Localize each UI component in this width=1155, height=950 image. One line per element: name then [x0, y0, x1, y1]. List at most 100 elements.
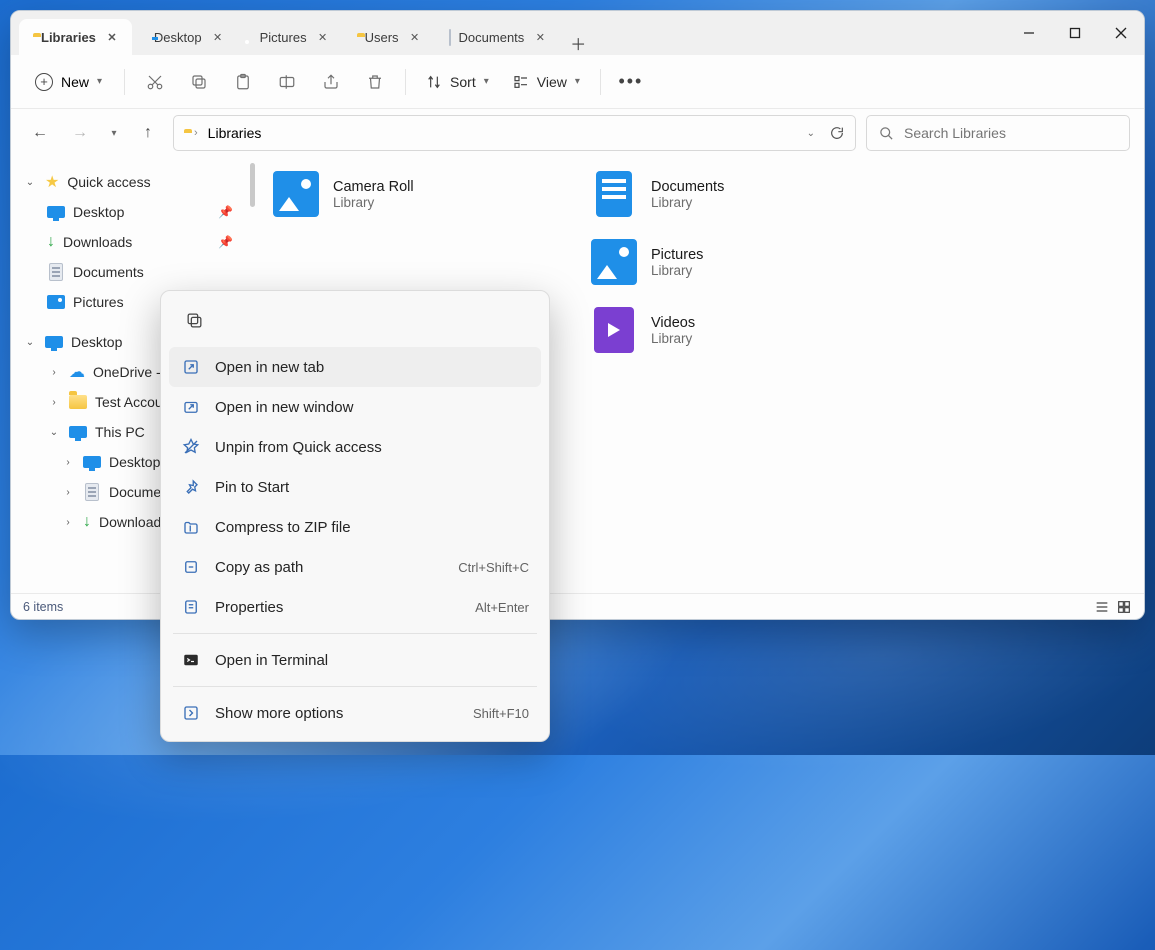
tab-users[interactable]: Users ✕	[343, 19, 435, 55]
tab-libraries[interactable]: Libraries ✕	[19, 19, 132, 55]
item-name: Documents	[651, 179, 724, 195]
chevron-right-icon[interactable]: ›	[61, 457, 75, 468]
monitor-icon	[47, 203, 65, 221]
paste-button[interactable]	[223, 64, 263, 100]
item-name: Videos	[651, 315, 695, 331]
library-item-pictures[interactable]: Pictures Library	[591, 239, 891, 285]
copy-path-icon	[181, 557, 201, 577]
minimize-button[interactable]	[1006, 11, 1052, 55]
chevron-right-icon[interactable]: ›	[47, 397, 61, 408]
properties-icon	[181, 597, 201, 617]
search-box[interactable]	[866, 115, 1130, 151]
chevron-down-icon[interactable]: ⌄	[807, 128, 815, 139]
pin-icon	[181, 477, 201, 497]
item-name: Pictures	[651, 247, 703, 263]
tab-pictures[interactable]: Pictures ✕	[238, 19, 343, 55]
chevron-down-icon[interactable]: ⌄	[23, 337, 37, 348]
tab-documents[interactable]: Documents ✕	[435, 19, 561, 55]
search-input[interactable]	[904, 125, 1117, 141]
forward-button[interactable]: →	[65, 118, 95, 148]
tab-label: Pictures	[260, 30, 307, 45]
picture-icon	[273, 171, 319, 217]
share-button[interactable]	[311, 64, 351, 100]
item-type: Library	[651, 263, 703, 278]
tab-strip: Libraries ✕ Desktop ✕ Pictures ✕ Users ✕…	[11, 11, 1006, 55]
rename-button[interactable]	[267, 64, 307, 100]
menu-compress-zip[interactable]: Compress to ZIP file	[169, 507, 541, 547]
copy-button[interactable]	[179, 64, 219, 100]
menu-open-terminal[interactable]: Open in Terminal	[169, 640, 541, 680]
menu-shortcut: Alt+Enter	[475, 600, 529, 615]
menu-open-new-tab[interactable]: Open in new tab	[169, 347, 541, 387]
close-icon[interactable]: ✕	[532, 29, 548, 45]
maximize-button[interactable]	[1052, 11, 1098, 55]
new-button[interactable]: + New ▾	[23, 67, 114, 97]
chevron-down-icon[interactable]: ⌄	[47, 427, 61, 438]
close-icon[interactable]: ✕	[315, 29, 331, 45]
item-type: Library	[333, 195, 414, 210]
back-button[interactable]: ←	[25, 118, 55, 148]
library-item-videos[interactable]: Videos Library	[591, 307, 891, 353]
monitor-icon	[83, 453, 101, 471]
menu-separator	[173, 633, 537, 634]
new-tab-button[interactable]: ＋	[560, 31, 596, 55]
library-item-documents[interactable]: Documents Library	[591, 171, 891, 217]
context-menu: Open in new tab Open in new window Unpin…	[160, 290, 550, 742]
close-icon[interactable]: ✕	[210, 29, 226, 45]
menu-shortcut: Shift+F10	[473, 706, 529, 721]
chevron-right-icon[interactable]: ›	[61, 517, 75, 528]
sidebar-item-label: Downloads	[63, 234, 132, 250]
menu-pin-start[interactable]: Pin to Start	[169, 467, 541, 507]
sidebar-item-downloads[interactable]: ↓ Downloads 📌	[17, 227, 243, 257]
star-icon: ★	[45, 172, 59, 192]
menu-copy-as-path[interactable]: Copy as path Ctrl+Shift+C	[169, 547, 541, 587]
menu-shortcut: Ctrl+Shift+C	[458, 560, 529, 575]
chevron-right-icon[interactable]: ›	[47, 367, 61, 378]
picture-icon	[47, 293, 65, 311]
address-bar[interactable]: › Libraries ⌄	[173, 115, 856, 151]
sidebar-item-label: Quick access	[67, 174, 150, 190]
document-icon	[47, 263, 65, 281]
sort-button[interactable]: Sort ▾	[416, 68, 499, 96]
chevron-down-icon[interactable]: ⌄	[23, 177, 37, 188]
cut-button[interactable]	[135, 64, 175, 100]
sidebar-quick-access[interactable]: ⌄ ★ Quick access	[17, 167, 243, 197]
menu-label: Show more options	[215, 705, 343, 722]
tab-desktop[interactable]: Desktop ✕	[132, 19, 238, 55]
library-item-camera-roll[interactable]: Camera Roll Library	[273, 171, 573, 217]
sidebar-item-desktop[interactable]: Desktop 📌	[17, 197, 243, 227]
menu-show-more-options[interactable]: Show more options Shift+F10	[169, 693, 541, 733]
menu-properties[interactable]: Properties Alt+Enter	[169, 587, 541, 627]
sidebar-item-documents[interactable]: Documents	[17, 257, 243, 287]
close-icon[interactable]: ✕	[407, 29, 423, 45]
chevron-down-icon: ▾	[575, 76, 580, 87]
breadcrumb-item[interactable]: Libraries	[208, 125, 262, 141]
large-icons-view-button[interactable]	[1116, 599, 1132, 615]
close-button[interactable]	[1098, 11, 1144, 55]
terminal-icon	[181, 650, 201, 670]
sidebar-item-label: This PC	[95, 424, 145, 440]
separator	[405, 69, 406, 95]
document-icon	[83, 483, 101, 501]
video-icon	[591, 307, 637, 353]
menu-open-new-window[interactable]: Open in new window	[169, 387, 541, 427]
recent-locations-button[interactable]: ▾	[105, 118, 123, 148]
close-icon[interactable]: ✕	[104, 29, 120, 45]
details-view-button[interactable]	[1094, 599, 1110, 615]
copy-button[interactable]	[175, 303, 213, 337]
chevron-right-icon[interactable]: ›	[61, 487, 75, 498]
menu-label: Properties	[215, 599, 283, 616]
more-button[interactable]: •••	[611, 64, 651, 100]
window-controls	[1006, 11, 1144, 55]
delete-button[interactable]	[355, 64, 395, 100]
refresh-button[interactable]	[829, 125, 845, 141]
item-count: 6 items	[23, 600, 63, 614]
menu-label: Open in new tab	[215, 359, 324, 376]
up-button[interactable]: ↑	[133, 118, 163, 148]
menu-unpin-quick-access[interactable]: Unpin from Quick access	[169, 427, 541, 467]
menu-label: Pin to Start	[215, 479, 289, 496]
menu-label: Copy as path	[215, 559, 303, 576]
menu-separator	[173, 686, 537, 687]
navigation-row: ← → ▾ ↑ › Libraries ⌄	[11, 109, 1144, 157]
view-button[interactable]: View ▾	[503, 68, 590, 96]
